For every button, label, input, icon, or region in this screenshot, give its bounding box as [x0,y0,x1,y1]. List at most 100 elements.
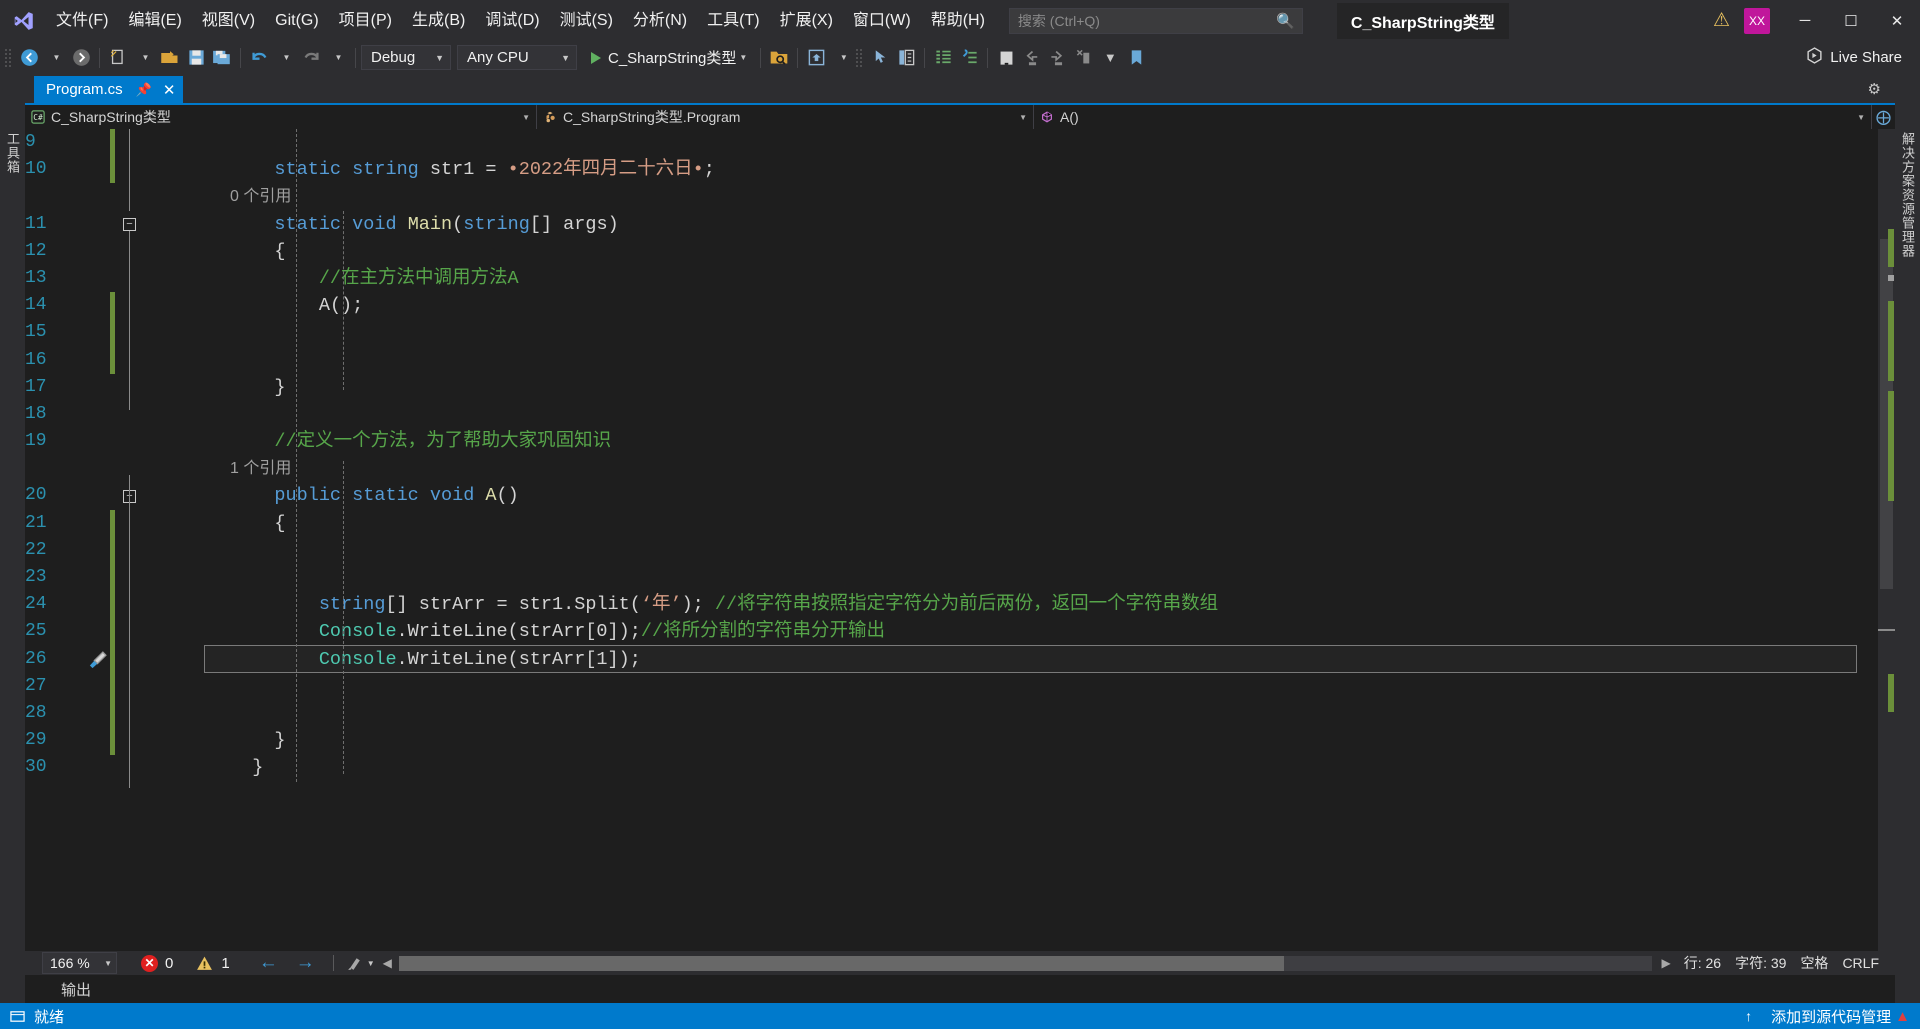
hscroll-left-arrow[interactable]: ◀ [378,956,397,970]
search-in-files-icon[interactable] [766,45,792,71]
minimize-button[interactable]: ─ [1782,0,1828,41]
outlining-margin[interactable]: − − [118,129,144,951]
code-cleanup-icon[interactable]: ▼ [343,955,378,972]
code-line[interactable]: { [144,238,1895,265]
menu-item-file[interactable]: 文件(F) [46,0,118,41]
tab-program-cs[interactable]: Program.cs 📌 ✕ [34,76,184,103]
codelens-reference-count[interactable]: 1 个引用 [144,455,291,482]
code-line[interactable]: //定义一个方法，为了帮助大家巩固知识 [144,428,1895,455]
live-preview-icon[interactable] [803,45,829,71]
warning-count-group[interactable]: 1 [195,955,230,972]
codelens-row[interactable]: 1 个引用 [144,455,1895,482]
quick-search-box[interactable]: 🔍 [1008,7,1303,34]
search-input[interactable] [1017,12,1294,29]
horizontal-scrollbar-track[interactable] [398,955,1653,971]
toolbar-grip[interactable] [4,47,13,68]
save-all-icon[interactable] [209,45,235,71]
code-line[interactable] [144,564,1895,591]
navigate-backward-dropdown[interactable]: ▼ [42,45,68,71]
menu-item-git[interactable]: Git(G) [265,0,329,41]
code-line[interactable] [144,537,1895,564]
menu-item-project[interactable]: 项目(P) [329,0,402,41]
solution-configuration-combo[interactable]: Debug ▼ [361,45,451,70]
menu-item-debug[interactable]: 调试(D) [475,0,549,41]
notifications-warning-icon[interactable]: ⚠ [1703,9,1740,32]
code-line[interactable]: public static void A() [144,482,1895,509]
solution-platform-combo[interactable]: Any CPU ▼ [457,45,577,70]
toolbar-grip-2[interactable] [855,47,865,68]
layout-designer-icon[interactable] [893,45,919,71]
live-share-button[interactable]: Live Share [1806,47,1920,68]
menu-item-help[interactable]: 帮助(H) [921,0,995,41]
open-file-icon[interactable] [157,45,183,71]
pin-icon[interactable]: 📌 [136,82,152,98]
output-panel-header[interactable]: 输出 [25,975,1895,1003]
split-editor-icon[interactable]: ⨁ [1872,105,1895,129]
toolbar-overflow-icon[interactable]: ▼ [1097,45,1123,71]
select-element-icon[interactable] [867,45,893,71]
step-out-icon[interactable] [1019,45,1045,71]
step-into-icon[interactable] [1045,45,1071,71]
undo-dropdown[interactable]: ▼ [272,45,298,71]
menu-item-analyze[interactable]: 分析(N) [623,0,697,41]
remove-breakpoint-icon[interactable] [1071,45,1097,71]
code-text-area[interactable]: static string str1 = •2022年四月二十六日•; 0 个引用… [144,129,1895,951]
code-line[interactable] [144,129,1895,156]
menu-item-edit[interactable]: 编辑(E) [118,0,191,41]
code-line[interactable] [144,700,1895,727]
navigate-forward-button[interactable] [68,45,94,71]
codelens-reference-count[interactable]: 0 个引用 [144,183,291,210]
code-line[interactable]: } [144,754,1895,781]
user-avatar[interactable]: XX [1744,7,1770,34]
navigate-forward-arrow[interactable]: → [287,952,324,974]
menu-item-build[interactable]: 生成(B) [402,0,475,41]
code-line[interactable]: Console.WriteLine(strArr[1]); [144,646,1895,673]
code-line[interactable]: { [144,510,1895,537]
gear-icon[interactable]: ⚙ [1862,80,1887,98]
menu-item-test[interactable]: 测试(S) [550,0,623,41]
save-icon[interactable] [183,45,209,71]
redo-icon[interactable] [298,45,324,71]
code-line[interactable] [144,319,1895,346]
code-line[interactable]: A(); [144,292,1895,319]
horizontal-scrollbar-thumb[interactable] [398,955,1284,971]
menu-item-tools[interactable]: 工具(T) [697,0,769,41]
codelens-brush-icon[interactable] [87,649,109,676]
error-count-group[interactable]: ✕ 0 [141,954,173,972]
menu-item-view[interactable]: 视图(V) [192,0,265,41]
code-line[interactable] [144,401,1895,428]
toolbox-tab[interactable]: 工具箱 [3,126,22,180]
code-editor[interactable]: 9 10 11 12 13 14 15 16 17 18 19 20 21 22 23 24 25 26 27 28 2… [25,129,1895,951]
code-line[interactable]: } [144,727,1895,754]
codelens-row[interactable]: 0 个引用 [144,183,1895,210]
close-button[interactable]: ✕ [1874,0,1920,41]
code-line[interactable]: static string str1 = •2022年四月二十六日•; [144,156,1895,183]
toolbox-icon[interactable] [993,45,1019,71]
navigate-back-arrow[interactable]: ← [250,952,287,974]
solution-explorer-icon[interactable] [956,45,982,71]
zoom-level-combo[interactable]: 166 % ▼ [42,952,117,974]
undo-icon[interactable] [246,45,272,71]
code-line[interactable]: } [144,374,1895,401]
hscroll-right-arrow[interactable]: ▶ [1654,956,1677,970]
bookmark-icon[interactable] [1123,45,1149,71]
redo-dropdown[interactable]: ▼ [324,45,350,71]
code-line[interactable] [144,673,1895,700]
navigate-backward-button[interactable] [16,45,42,71]
vertical-scrollbar[interactable] [1878,129,1895,951]
outlining-collapse-box[interactable]: − [123,217,136,231]
menu-item-window[interactable]: 窗口(W) [843,0,921,41]
live-preview-dropdown[interactable]: ▼ [829,45,855,71]
new-project-dropdown[interactable]: ▼ [131,45,157,71]
properties-window-icon[interactable] [930,45,956,71]
navbar-project-dropdown[interactable]: C# C_SharpString类型 ▼ [25,105,537,129]
code-line[interactable]: Console.WriteLine(strArr[0]);//将所分割的字符串分… [144,618,1895,645]
code-line[interactable]: static void Main(string[] args) [144,211,1895,238]
new-project-icon[interactable] [105,45,131,71]
code-line[interactable] [144,347,1895,374]
start-debug-button[interactable]: C_SharpString类型 ▼ [583,45,755,71]
close-icon[interactable]: ✕ [163,81,176,99]
code-line[interactable]: string[] strArr = str1.Split(‘年’); //将字符… [144,591,1895,618]
maximize-button[interactable]: ☐ [1828,0,1874,41]
code-line[interactable]: //在主方法中调用方法A [144,265,1895,292]
